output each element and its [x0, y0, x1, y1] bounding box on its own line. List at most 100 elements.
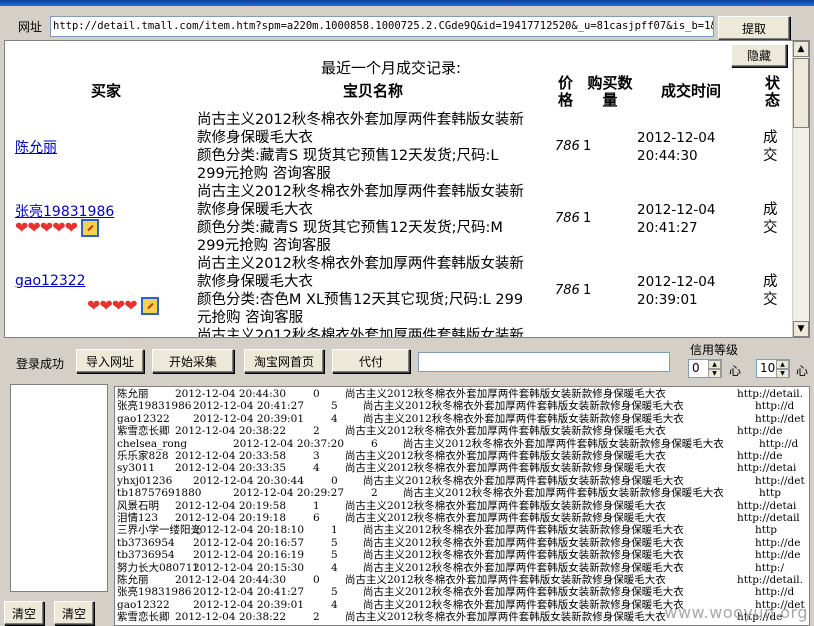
spin-up-icon[interactable]: ▲ — [776, 360, 789, 369]
deal-date: 2012-12-04 — [637, 202, 716, 218]
log-item: 尚古主义2012秋冬棉衣外套加厚两件套韩版女装新款修身保暖毛大衣 — [363, 586, 684, 599]
log-credit: 6 — [371, 437, 378, 450]
log-time: 2012-12-04 20:29:27 — [233, 487, 345, 500]
collection-log[interactable]: 陈允丽 2012-12-04 20:44:30 0 尚古主义2012秋冬棉衣外套加厚两… — [114, 386, 810, 626]
log-buyer: 泪情123 — [117, 512, 159, 524]
deal-status: 成 — [763, 274, 778, 290]
log-buyer: 风景石明 — [117, 499, 159, 512]
deal-status: 交 — [763, 148, 778, 164]
table-row: 陈允丽 尚古主义2012秋冬棉衣外套加厚两件套韩版女装新 款修身保暖毛大衣 颜色分类:… — [5, 111, 795, 183]
log-item: 尚古主义2012秋冬棉衣外套加厚两件套韩版女装新款修身保暖毛大衣 — [345, 425, 666, 438]
log-url: http://de — [735, 425, 783, 438]
log-buyer: 努力长大080711 — [117, 561, 200, 574]
header-time: 成交时间 — [661, 82, 722, 100]
log-item: 尚古主义2012秋冬棉衣外套加厚两件套韩版女装新款修身保暖毛大衣 — [363, 598, 684, 611]
records-scrollbar[interactable]: ▲ ▼ — [792, 41, 809, 337]
heart-icon: ❤ — [99, 296, 113, 315]
log-credit: 2 — [371, 487, 378, 500]
account-list[interactable] — [10, 384, 108, 592]
log-buyer: gao12322 — [117, 412, 170, 425]
log-url: http://d — [753, 400, 795, 413]
log-url: http — [753, 524, 777, 537]
log-buyer: 三界小学一缕阳光 — [117, 524, 201, 537]
log-buyer: tb18757691880 — [117, 487, 202, 500]
taobao-home-button[interactable]: 淘宝网首页 — [244, 349, 324, 373]
log-url: http://detail. — [735, 574, 804, 586]
item-name-line: 尚古主义2012秋冬棉衣外套加厚两件套韩版女装新 — [197, 112, 524, 128]
log-credit: 4 — [331, 561, 338, 574]
scroll-thumb[interactable] — [793, 58, 809, 128]
deal-time: 20:41:27 — [637, 220, 698, 236]
item-spec-line: 颜色分类:杏色M XL预售12天其它现货;尺码:L 299 — [197, 292, 524, 308]
hide-button[interactable]: 隐藏 — [731, 44, 787, 67]
item-name-line: 尚古主义2012秋冬棉衣外套加厚两件套韩版女装新 — [197, 184, 524, 200]
log-url: http:/ — [753, 561, 784, 574]
log-buyer: 陈允丽 — [117, 388, 149, 400]
log-time: 2012-12-04 20:33:58 — [175, 450, 287, 462]
log-row: 努力长大080711 2012-12-04 20:15:30 4 尚古主义2012秋冬… — [117, 561, 809, 574]
log-row: 乐乐家828 2012-12-04 20:33:58 3 尚古主义2012秋冬棉衣外套… — [117, 450, 809, 462]
log-row: sy3011 2012-12-04 20:33:35 4 尚古主义2012秋冬棉衣外套… — [117, 462, 809, 475]
proxy-pay-input[interactable] — [418, 352, 670, 372]
log-time: 2012-12-04 20:44:30 — [175, 574, 287, 586]
spin-down-icon[interactable]: ▼ — [708, 369, 721, 378]
log-time: 2012-12-04 20:39:01 — [193, 412, 305, 425]
scroll-down-icon[interactable]: ▼ — [793, 321, 809, 337]
deal-status: 成 — [763, 202, 778, 218]
log-row: tb3736954 2012-12-04 20:16:57 5 尚古主义2012秋冬棉… — [117, 536, 809, 549]
log-credit: 6 — [313, 512, 320, 524]
log-credit: 0 — [313, 574, 320, 586]
log-row: 泪情123 2012-12-04 20:19:18 6 尚古主义2012秋冬棉衣外套加… — [117, 512, 809, 524]
item-name-line: 款修身保暖毛大衣 — [197, 130, 313, 146]
clear-list-button[interactable]: 清空 — [4, 601, 44, 625]
credit-hearts: ❤ ❤ ❤ ❤ ❤ — [15, 219, 100, 237]
table-row: gao12322 ❤ ❤ ❤ ❤ 尚古主义2012秋冬棉衣外套加厚两件套韩版女装新 款修身保… — [5, 255, 795, 327]
start-collect-button[interactable]: 开始采集 — [152, 349, 234, 373]
credit-min-stepper[interactable]: 0 ▲ ▼ — [688, 359, 722, 378]
vip-badge-icon[interactable] — [81, 219, 100, 237]
fetch-button[interactable]: 提取 — [718, 16, 790, 40]
log-row: tb3736954 2012-12-04 20:16:19 5 尚古主义2012秋冬棉… — [117, 549, 809, 562]
log-url: http://d — [753, 586, 795, 599]
import-url-button[interactable]: 导入网址 — [76, 349, 144, 373]
spin-down-icon[interactable]: ▼ — [776, 369, 789, 378]
log-url: http://detai — [735, 462, 797, 475]
qty-value: 1 — [583, 211, 592, 226]
log-buyer: yhxj01236 — [117, 474, 173, 487]
heart-icon: ❤ — [124, 296, 138, 315]
credit-max-stepper[interactable]: 10 ▲ ▼ — [756, 359, 790, 378]
url-input[interactable]: http://detail.tmall.com/item.htm?spm=a22… — [50, 16, 714, 37]
header-status: 状态 — [765, 74, 781, 109]
log-buyer: 张亮19831986 — [117, 400, 192, 413]
spin-up-icon[interactable]: ▲ — [708, 360, 721, 369]
price-value: 786 — [555, 139, 580, 154]
deal-date: 2012-12-04 — [637, 274, 716, 290]
log-row: 张亮19831986 2012-12-04 20:41:27 5 尚古主义2012秋冬… — [117, 586, 809, 599]
deal-status: 交 — [763, 292, 778, 308]
item-name-line: 尚古主义2012秋冬棉衣外套加厚两件套韩版女装新 — [197, 256, 524, 272]
proxy-pay-button[interactable]: 代付 — [332, 349, 410, 373]
log-time: 2012-12-04 20:16:19 — [193, 549, 305, 562]
header-qty: 购买数量 — [587, 74, 633, 109]
log-item: 尚古主义2012秋冬棉衣外套加厚两件套韩版女装新款修身保暖毛大衣 — [345, 574, 666, 586]
credit-max-value: 10 — [760, 361, 776, 375]
log-credit: 5 — [331, 536, 338, 549]
log-credit: 0 — [313, 388, 320, 400]
buyer-link[interactable]: 陈允丽 — [15, 140, 57, 156]
log-buyer: tb3736954 — [117, 536, 175, 549]
log-time: 2012-12-04 20:41:27 — [193, 400, 305, 413]
log-buyer: 紫雪恋长卿 — [117, 611, 170, 624]
log-credit: 4 — [331, 412, 338, 425]
scroll-up-icon[interactable]: ▲ — [793, 41, 809, 57]
log-url: http://de — [735, 450, 783, 462]
clear-log-button[interactable]: 清空 — [54, 601, 94, 625]
qty-value: 1 — [583, 283, 592, 298]
price-value: 786 — [555, 283, 580, 298]
table-row: 尚古主义2012秋冬棉衣外套加厚两件套韩版女装新 — [5, 327, 795, 337]
records-webview[interactable]: 隐藏 最近一个月成交记录: 买家 宝贝名称 价格 购买数量 成交时间 状态 陈允… — [4, 40, 810, 338]
buyer-link[interactable]: gao12322 — [15, 273, 86, 289]
log-buyer: sy3011 — [117, 462, 156, 475]
item-name-line: 款修身保暖毛大衣 — [197, 274, 313, 290]
log-credit: 1 — [313, 499, 320, 512]
vip-badge-icon[interactable] — [140, 297, 159, 315]
